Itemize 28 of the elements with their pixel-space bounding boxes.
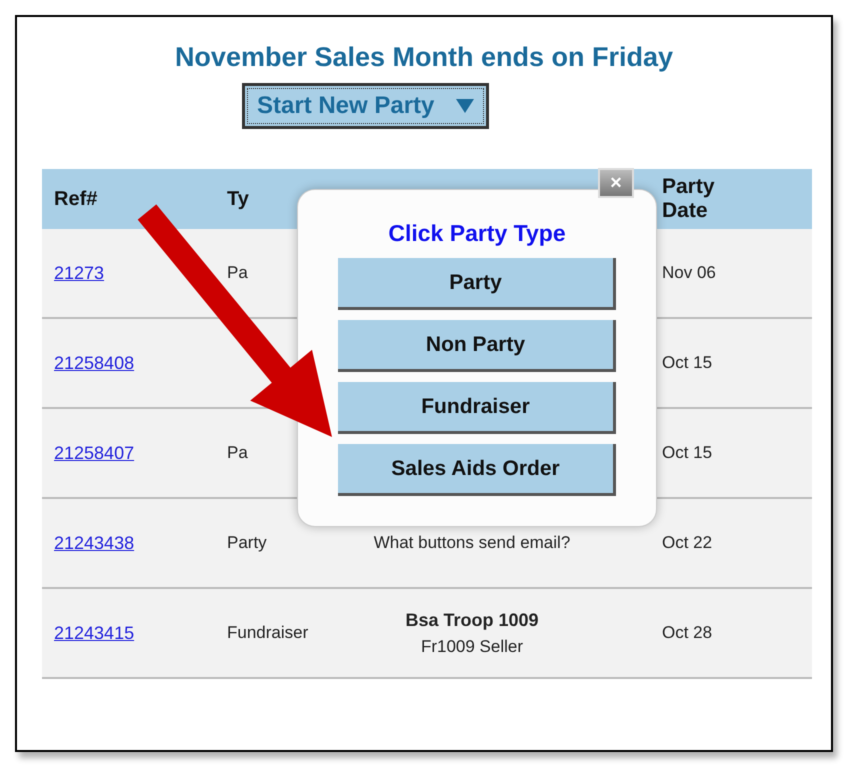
table-cell: Oct 28	[662, 623, 712, 642]
table-cell: Party	[227, 533, 267, 552]
column-header: Ref#	[54, 188, 98, 210]
table-cell: Fundraiser	[227, 623, 308, 642]
table-cell: Nov 06	[662, 263, 716, 282]
party-name: Bsa Troop 1009	[405, 610, 539, 630]
ref-link[interactable]: 21258408	[54, 352, 134, 372]
table-cell: Pa	[227, 443, 248, 462]
column-header: Ty	[227, 188, 249, 210]
dialog-heading: Click Party Type	[387, 220, 567, 248]
ref-link[interactable]: 21273	[54, 262, 104, 282]
party-type-button[interactable]: Fundraiser	[338, 382, 616, 434]
column-header: Party Date	[662, 175, 715, 222]
party-type-button[interactable]: Non Party	[338, 320, 616, 372]
page-title: November Sales Month ends on Friday	[174, 42, 674, 73]
table-cell: What buttons send email?	[374, 533, 570, 553]
ref-link[interactable]: 21243415	[54, 622, 134, 642]
table-cell: Fr1009 Seller	[420, 636, 524, 656]
ref-link[interactable]: 21258407	[54, 442, 134, 462]
table-cell: Oct 15	[662, 443, 712, 462]
party-type-button[interactable]: Party	[338, 258, 616, 310]
ref-link[interactable]: 21243438	[54, 532, 134, 552]
caret-icon	[456, 99, 474, 113]
table-cell: Oct 22	[662, 533, 712, 552]
start-new-party-dropdown[interactable]: Start New Party	[242, 83, 490, 129]
table-cell: Pa	[227, 263, 248, 282]
party-type-button[interactable]: Sales Aids Order	[338, 444, 616, 496]
table-cell: Oct 15	[662, 353, 712, 372]
